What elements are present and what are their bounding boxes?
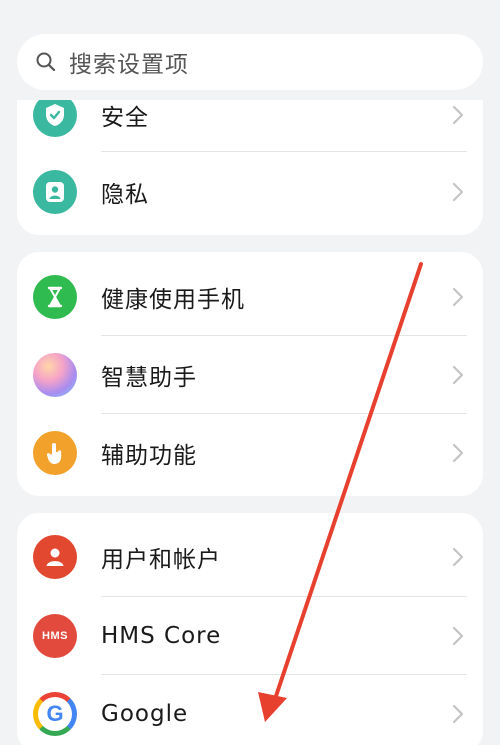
search-placeholder: 搜索设置项	[69, 52, 189, 78]
hourglass-icon	[33, 275, 77, 319]
chevron-right-icon	[452, 704, 464, 724]
settings-item-users-accounts[interactable]: 用户和帐户	[17, 518, 483, 596]
settings-item-label: HMS Core	[101, 623, 222, 649]
chevron-right-icon	[452, 626, 464, 646]
chevron-right-icon	[452, 105, 464, 125]
chevron-right-icon	[452, 365, 464, 385]
settings-item-label: Google	[101, 701, 189, 727]
assistant-icon	[33, 353, 77, 397]
settings-item-label: 隐私	[101, 182, 149, 208]
accessibility-hand-icon	[33, 431, 77, 475]
chevron-right-icon	[452, 182, 464, 202]
settings-item-label: 辅助功能	[101, 443, 197, 469]
hms-icon: HMS	[33, 614, 77, 658]
chevron-right-icon	[452, 547, 464, 567]
google-icon: G	[33, 692, 77, 736]
divider	[101, 151, 467, 152]
shield-icon	[33, 100, 77, 137]
settings-item-digital-balance[interactable]: 健康使用手机	[17, 258, 483, 336]
settings-item-label: 智慧助手	[101, 365, 197, 391]
settings-item-accessibility[interactable]: 辅助功能	[17, 414, 483, 492]
search-icon	[35, 51, 57, 73]
settings-item-security[interactable]: 安全	[17, 100, 483, 154]
settings-item-label: 健康使用手机	[101, 287, 245, 313]
settings-group-accounts: 用户和帐户 HMS HMS Core G Google	[17, 513, 483, 745]
settings-item-privacy[interactable]: 隐私	[17, 153, 483, 231]
settings-group-security: 安全 隐私	[17, 100, 483, 235]
privacy-icon	[33, 170, 77, 214]
settings-item-label: 安全	[101, 105, 149, 131]
settings-item-google[interactable]: G Google	[17, 675, 483, 745]
user-icon	[33, 535, 77, 579]
settings-item-smart-assistant[interactable]: 智慧助手	[17, 336, 483, 414]
chevron-right-icon	[452, 287, 464, 307]
search-bar[interactable]: 搜索设置项	[17, 34, 483, 90]
chevron-right-icon	[452, 443, 464, 463]
settings-group-assist: 健康使用手机 智慧助手 辅助功能	[17, 252, 483, 496]
settings-item-label: 用户和帐户	[101, 547, 221, 573]
settings-item-hms-core[interactable]: HMS HMS Core	[17, 597, 483, 675]
